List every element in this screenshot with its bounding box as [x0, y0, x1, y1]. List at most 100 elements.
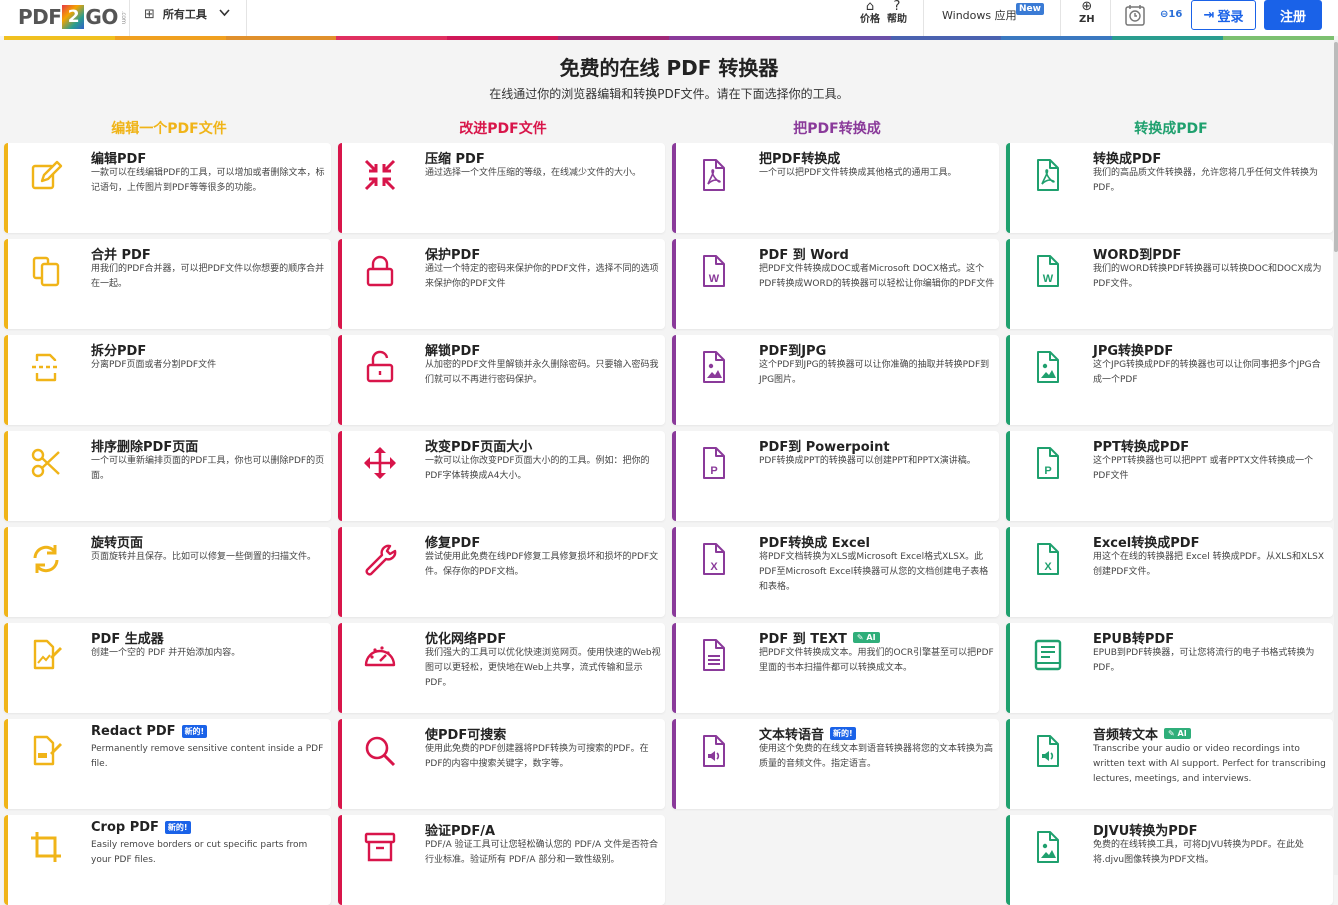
color-segment: [1001, 36, 1113, 40]
ai-badge: ✎ AI: [1164, 728, 1191, 739]
audio-file-icon: [694, 731, 734, 771]
tool-title-text: 优化网络PDF: [425, 632, 507, 647]
tool-card[interactable]: Redact PDF 新的! Permanently remove sensitiv…: [4, 719, 331, 809]
page-title: 免费的在线 PDF 转换器: [559, 56, 779, 80]
tool-card[interactable]: Crop PDF 新的! Easily remove borders or cut …: [4, 815, 331, 905]
tool-card[interactable]: 修复PDF 尝试使用此免费在线PDF修复工具修复损坏和损坏的PDF文件。保存你的P…: [338, 527, 665, 617]
tool-card[interactable]: 拆分PDF 分离PDF页面或者分割PDF文件: [4, 335, 331, 425]
tag-icon: ⌂: [865, 0, 875, 14]
search-icon: [360, 731, 400, 771]
color-segment: [779, 36, 891, 40]
color-segment: [890, 36, 1002, 40]
tool-title-text: DJVU转换为PDF: [1093, 824, 1198, 839]
tool-title: 压缩 PDF: [425, 148, 485, 167]
pricing-link[interactable]: ⌂ 价格: [860, 0, 880, 26]
tool-title-text: PDF转换成 Excel: [759, 536, 870, 551]
image-file-icon: [694, 347, 734, 387]
tool-card[interactable]: 压缩 PDF 通过选择一个文件压缩的等级，在线减少文件的大小。: [338, 143, 665, 233]
tool-title-text: 合并 PDF: [91, 248, 151, 263]
column-heading: 把PDF转换成: [793, 121, 881, 137]
credits-count[interactable]: ⊖16: [1160, 9, 1182, 20]
tool-card[interactable]: 转换成PDF 我们的高品质文件转换器，允许您将几乎任何文件转换为PDF。: [1006, 143, 1333, 233]
tool-card[interactable]: 解锁PDF 从加密的PDF文件里解锁并永久删除密码。只要输入密码我们就可以不再进行…: [338, 335, 665, 425]
tool-title: 改变PDF页面大小: [425, 436, 532, 455]
image-file-icon: [1028, 827, 1068, 867]
tool-card[interactable]: PDF到JPG 这个PDF到JPG的转换器可以让你准确的抽取并转换PDF到JPG图…: [672, 335, 999, 425]
tool-title-text: Crop PDF: [91, 820, 159, 835]
new-badge: New: [1016, 3, 1044, 15]
tool-title-text: 排序删除PDF页面: [91, 440, 199, 455]
tool-card[interactable]: P PDF到 Powerpoint PDF转换成PPT的转换器可以创建PPT和PPT…: [672, 431, 999, 521]
tool-card[interactable]: 使PDF可搜索 使用此免费的PDF创建器将PDF转换为可搜索的PDF。在PDF的内…: [338, 719, 665, 809]
language-selector[interactable]: ⊕ ZH: [1079, 0, 1095, 26]
tool-description: 我们的高品质文件转换器，允许您将几乎任何文件转换为PDF。: [1093, 168, 1319, 193]
rainbow-divider: [4, 36, 1334, 40]
ppt-file-icon: P: [1028, 443, 1068, 483]
tool-card[interactable]: 优化网络PDF 我们强大的工具可以优化快速浏览网页。使用快速的Web视图可以更轻松…: [338, 623, 665, 713]
tool-title: 修复PDF: [425, 532, 480, 551]
logo-number: 2: [62, 5, 85, 29]
excel-file-icon: X: [1028, 539, 1068, 579]
tool-card[interactable]: P PPT转换成PDF 这个PPT转换器也可以把PPT 或者PPTX文件转换成一个P…: [1006, 431, 1333, 521]
svg-text:P: P: [710, 465, 717, 477]
login-button[interactable]: ⇥ 登录: [1191, 0, 1256, 30]
tool-description: 使用此免费的PDF创建器将PDF转换为可搜索的PDF。在PDF的内容中搜索关键字…: [425, 744, 649, 769]
tool-card[interactable]: X PDF转换成 Excel 将PDF文档转换为XLS或Microsoft Exce…: [672, 527, 999, 617]
crop-icon: [26, 827, 66, 867]
scrollbar-thumb[interactable]: [1334, 42, 1338, 252]
tool-card[interactable]: W WORD到PDF 我们的WORD转换PDF转换器可以转换DOC和DOCX成为PD…: [1006, 239, 1333, 329]
pdf2go-logo[interactable]: PDF 2 GO .com: [18, 4, 127, 30]
tool-card[interactable]: 把PDF转换成 一个可以把PDF文件转换成其他格式的通用工具。: [672, 143, 999, 233]
tool-title-text: PDF到 Powerpoint: [759, 440, 890, 455]
color-segment: [1112, 36, 1224, 40]
signup-button[interactable]: 注册: [1264, 0, 1322, 30]
unlock-icon: [360, 347, 400, 387]
tool-card[interactable]: DJVU转换为PDF 免费的在线转换工具，可将DJVU转换为PDF。在此处将.dj…: [1006, 815, 1333, 905]
tool-card[interactable]: 排序删除PDF页面 一个可以重新编排页面的PDF工具，你也可以删除PDF的页面。: [4, 431, 331, 521]
tool-description: Easily remove borders or cut specific pa…: [91, 840, 308, 865]
tool-title-text: EPUB转PDF: [1093, 632, 1175, 647]
tool-card[interactable]: 编辑PDF 一款可以在线编辑PDF的工具，可以增加或者删除文本，标记语句，上传图片…: [4, 143, 331, 233]
tool-title: EPUB转PDF: [1093, 628, 1174, 647]
tool-card[interactable]: 合并 PDF 用我们的PDF合并器，可以把PDF文件以你想要的顺序合并在一起。: [4, 239, 331, 329]
tool-title: 保护PDF: [425, 244, 480, 263]
tool-title: PPT转换成PDF: [1093, 436, 1189, 455]
svg-text:W: W: [1043, 273, 1054, 285]
column-heading: 编辑一个PDF文件: [111, 121, 227, 137]
color-segment: [668, 36, 780, 40]
tool-title-text: 拆分PDF: [91, 344, 147, 359]
tool-card[interactable]: 旋转页面 页面旋转并且保存。比如可以修复一些倒置的扫描文件。: [4, 527, 331, 617]
tool-card[interactable]: 验证PDF/A PDF/A 验证工具可让您轻松确认您的 PDF/A 文件是否符合行…: [338, 815, 665, 905]
tool-card[interactable]: EPUB转PDF EPUB到PDF转换器，可让您将流行的电子书格式转换为PDF。: [1006, 623, 1333, 713]
all-tools-menu[interactable]: ⊞ 所有工具: [144, 5, 230, 23]
tool-card[interactable]: W PDF 到 Word 把PDF文件转换成DOC或者Microsoft DOCX格…: [672, 239, 999, 329]
tool-description: 免费的在线转换工具，可将DJVU转换为PDF。在此处将.djvu图像转换为PDF…: [1093, 840, 1304, 865]
tool-title-text: 把PDF转换成: [759, 152, 841, 167]
tool-description: 分离PDF页面或者分割PDF文件: [91, 360, 217, 370]
chevron-down-icon: [219, 8, 230, 20]
tool-card[interactable]: JPG转换PDF 这个JPG转换成PDF的转换器也可以让你同事把多个JPG合成一个…: [1006, 335, 1333, 425]
resize-icon: [360, 443, 400, 483]
tool-card[interactable]: 音频转文本 ✎ AI Transcribe your audio or video …: [1006, 719, 1333, 809]
pdf-file-icon: [694, 155, 734, 195]
tool-card[interactable]: X Excel转换成PDF 用这个在线的转换器把 Excel 转换成PDF。从XLS…: [1006, 527, 1333, 617]
question-icon: ?: [893, 0, 901, 14]
history-clock-icon[interactable]: [1124, 3, 1146, 32]
tool-description: 用我们的PDF合并器，可以把PDF文件以你想要的顺序合并在一起。: [91, 264, 325, 289]
tool-description: Permanently remove sensitive content ins…: [91, 744, 324, 769]
divider: [1110, 0, 1111, 36]
tool-card[interactable]: 改变PDF页面大小 一款可以让你改变PDF页面大小的的工具。例如：把你的PDF字体…: [338, 431, 665, 521]
rotate-icon: [26, 539, 66, 579]
tool-title: 验证PDF/A: [425, 820, 495, 839]
tool-card[interactable]: 文本转语音 新的! 使用这个免费的在线文本到语音转换器将您的文本转换为高质量的音频文…: [672, 719, 999, 809]
tool-title-text: 解锁PDF: [425, 344, 481, 359]
help-link[interactable]: ? 帮助: [887, 0, 907, 26]
excel-file-icon: X: [694, 539, 734, 579]
tool-card[interactable]: PDF 生成器 创建一个空的 PDF 并开始添加内容。: [4, 623, 331, 713]
tool-description: 我们强大的工具可以优化快速浏览网页。使用快速的Web视图可以更轻松，更快地在We…: [425, 648, 661, 688]
windows-app-link[interactable]: Windows 应用: [942, 7, 1017, 23]
tool-title: 旋转页面: [91, 532, 143, 551]
tool-card[interactable]: 保护PDF 通过一个特定的密码来保护你的PDF文件，选择不同的选项来保护你的PDF…: [338, 239, 665, 329]
tool-title: 音频转文本 ✎ AI: [1093, 724, 1191, 743]
tool-card[interactable]: PDF 到 TEXT ✎ AI 把PDF文件转换成文本。用我们的OCR引擎甚至可以把…: [672, 623, 999, 713]
